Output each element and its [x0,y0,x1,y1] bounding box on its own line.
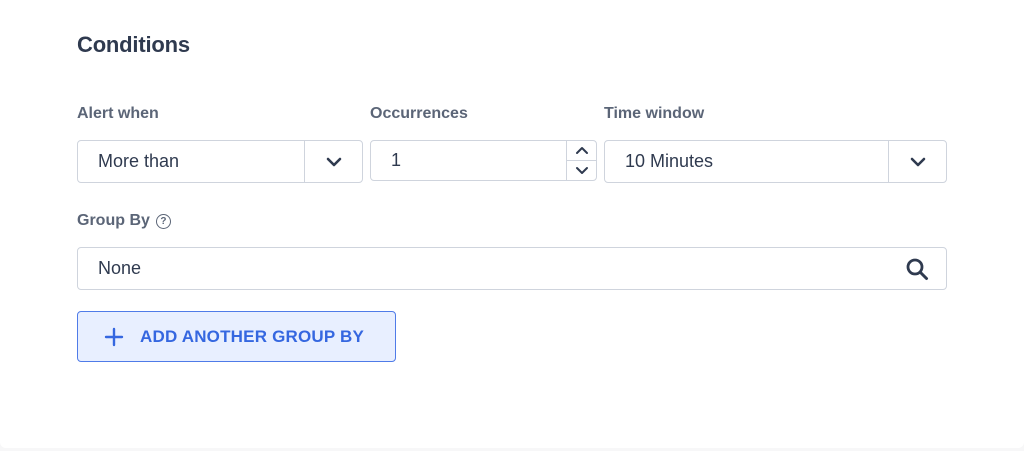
occurrences-value: 1 [391,150,402,170]
alert-when-select[interactable]: More than [77,140,363,183]
add-another-group-by-label: ADD ANOTHER GROUP BY [140,326,365,346]
chevron-down-icon [910,157,925,166]
decrement-button[interactable] [567,160,596,180]
alert-when-label: Alert when [77,105,159,122]
time-window-select[interactable]: 10 Minutes [604,140,947,183]
help-glyph: ? [160,215,167,227]
group-by-search-field[interactable]: None [77,247,947,290]
time-window-value: 10 Minutes [625,151,714,171]
occurrences-label: Occurrences [370,105,468,122]
plus-icon [104,327,124,346]
chevron-up-icon [575,147,588,154]
time-window-dropdown-toggle[interactable] [888,141,946,182]
alert-when-dropdown-toggle[interactable] [304,141,362,182]
group-by-value: None [98,258,142,278]
section-title: Conditions [77,32,190,57]
question-circle-icon[interactable]: ? [155,213,171,229]
conditions-panel: Conditions Alert when More than Occurren… [0,0,1024,448]
group-by-label: Group By [77,212,150,229]
occurrences-input[interactable]: 1 [370,140,597,181]
increment-button[interactable] [567,141,596,160]
time-window-label: Time window [604,105,705,122]
occurrences-stepper [566,141,596,180]
group-by-search-button[interactable] [888,248,946,289]
group-by-label-row: Group By ? [77,212,171,230]
chevron-down-icon [575,167,588,174]
alert-when-value: More than [98,151,180,171]
search-icon [906,258,928,280]
chevron-down-icon [326,157,341,166]
add-another-group-by-button[interactable]: ADD ANOTHER GROUP BY [77,311,396,362]
